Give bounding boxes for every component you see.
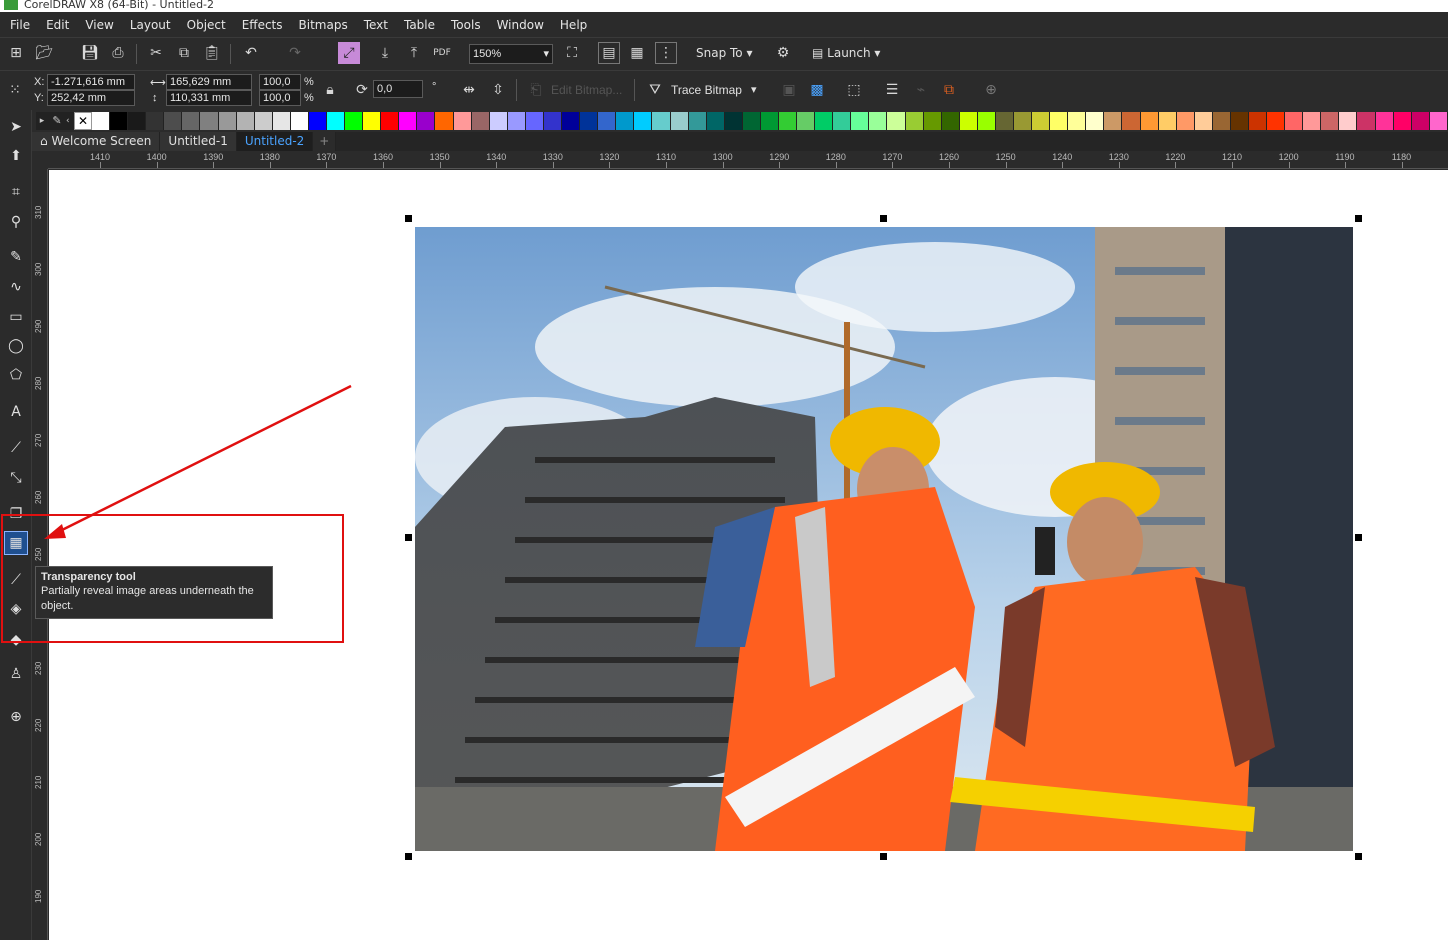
tooltip-description: Partially reveal image areas underneath … [41,585,254,612]
coreldraw-window: CorelDRAW X8 (64-Bit) - Untitled-2 File … [0,0,1448,940]
annotation-overlay [44,384,352,539]
transparency-tool-tooltip: Transparency tool Partially reveal image… [35,566,273,619]
tooltip-title: Transparency tool [41,571,136,583]
annotation-arrow-line [57,384,352,534]
